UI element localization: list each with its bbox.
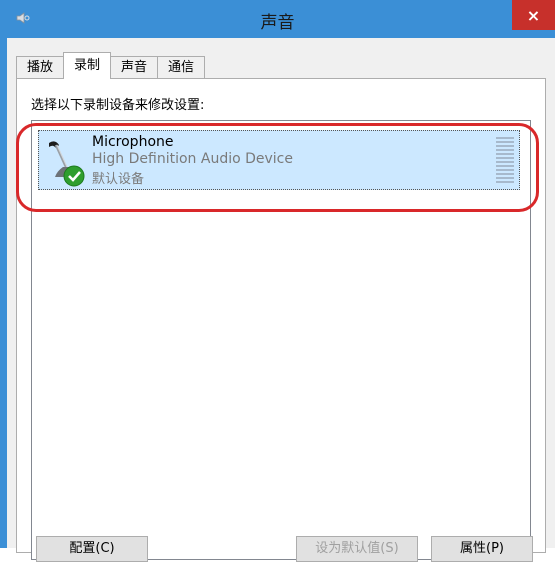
set-default-button[interactable]: 设为默认值(S) <box>296 536 418 562</box>
tab-playback[interactable]: 播放 <box>16 56 65 79</box>
microphone-icon <box>49 141 85 187</box>
tab-recording[interactable]: 录制 <box>63 52 112 79</box>
instruction-text: 选择以下录制设备来修改设置: <box>31 98 205 113</box>
device-description: High Definition Audio Device <box>92 151 293 167</box>
title-bar[interactable]: 声音 × <box>0 0 555 38</box>
window-title: 声音 <box>260 13 295 33</box>
device-name: Microphone <box>92 134 174 150</box>
device-list[interactable]: Microphone High Definition Audio Device … <box>31 120 531 560</box>
configure-button[interactable]: 配置(C) <box>36 536 148 562</box>
tab-sounds[interactable]: 声音 <box>110 56 159 79</box>
recording-panel: 选择以下录制设备来修改设置: Microphone High Definitio… <box>16 78 546 560</box>
level-meter <box>496 137 514 183</box>
dialog-client-area: 播放 录制 声音 通信 选择以下录制设备来修改设置: Microphone Hi… <box>7 38 555 562</box>
checkmark-icon <box>63 165 85 187</box>
device-status: 默认设备 <box>92 172 145 187</box>
close-icon: × <box>526 5 541 25</box>
device-item-microphone[interactable]: Microphone High Definition Audio Device … <box>38 130 520 190</box>
sound-dialog: 声音 × 播放 录制 声音 通信 选择以下录制设备来修改设置: Micropho… <box>0 0 555 562</box>
close-button[interactable]: × <box>512 0 555 30</box>
tab-strip: 播放 录制 声音 通信 <box>16 52 206 79</box>
properties-button[interactable]: 属性(P) <box>431 536 533 562</box>
button-row: 配置(C) 设为默认值(S) 属性(P) <box>7 536 555 562</box>
tab-communications[interactable]: 通信 <box>157 56 206 79</box>
